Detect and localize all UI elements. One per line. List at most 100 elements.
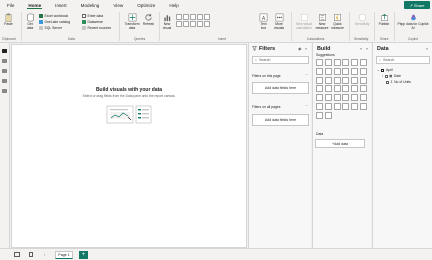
map-icon[interactable] — [359, 76, 367, 84]
card-icon[interactable] — [342, 85, 350, 93]
pie-chart-icon[interactable] — [333, 76, 341, 84]
decomposition-tree-icon[interactable] — [316, 102, 323, 110]
checkbox[interactable] — [384, 74, 388, 78]
viz-icon[interactable] — [204, 21, 210, 27]
r-visual-icon[interactable] — [342, 94, 350, 102]
filled-map-icon[interactable] — [316, 85, 323, 93]
menu-modeling[interactable]: Modeling — [74, 0, 107, 10]
menu-home[interactable]: Home — [21, 0, 48, 10]
text-box-button[interactable]: A Text box — [258, 13, 269, 31]
gauge-icon[interactable] — [333, 85, 341, 93]
excel-workbook-button[interactable]: Excel workbook — [39, 14, 68, 18]
scatter-icon[interactable] — [324, 76, 332, 84]
line-chart-icon[interactable] — [316, 67, 323, 75]
viz-icon[interactable] — [183, 21, 189, 27]
paginated-icon[interactable] — [342, 102, 350, 110]
stacked-bar-icon[interactable] — [316, 59, 323, 66]
data-search-input[interactable]: ⌕ Search — [376, 56, 430, 64]
line-column-icon[interactable] — [342, 67, 350, 75]
copilot-visual-icon[interactable] — [316, 111, 323, 119]
report-view-icon[interactable] — [2, 49, 7, 53]
stacked-column-icon[interactable] — [324, 59, 332, 66]
ribbon-chart-icon[interactable] — [351, 67, 359, 75]
filters-all-pages-drop-zone[interactable]: Add data fields here — [252, 114, 309, 126]
menu-view[interactable]: View — [106, 0, 130, 10]
power-automate-icon[interactable] — [359, 102, 367, 110]
report-canvas[interactable]: Build visuals with your data Select or d… — [11, 44, 247, 248]
new-visual-calculation-button[interactable]: New visual calculation — [294, 13, 314, 31]
clustered-column-icon[interactable] — [342, 59, 350, 66]
viz-icon[interactable] — [176, 14, 182, 20]
checkbox[interactable] — [386, 80, 389, 84]
enter-data-button[interactable]: Enter data — [82, 14, 103, 18]
azure-map-icon[interactable] — [324, 85, 332, 93]
viz-icon[interactable] — [197, 14, 203, 20]
narrative-icon[interactable] — [333, 102, 341, 110]
slicer-icon[interactable] — [316, 94, 323, 102]
filters-on-page-drop-zone[interactable]: Add data fields here — [252, 82, 309, 94]
dataverse-button[interactable]: Dataverse — [82, 20, 103, 24]
collapse-left-icon[interactable]: « — [360, 46, 362, 51]
get-data-button[interactable]: Get data — [24, 13, 36, 31]
menu-help[interactable]: Help — [162, 0, 185, 10]
filters-search-input[interactable]: ⌕ Search — [252, 56, 309, 64]
sensitivity-button[interactable]: Sensitivity — [352, 13, 372, 27]
clustered-bar-icon[interactable] — [333, 59, 341, 66]
table-icon[interactable] — [324, 94, 332, 102]
transform-data-button[interactable]: Transform data — [122, 13, 142, 31]
kpi-icon[interactable] — [359, 85, 367, 93]
viz-icon[interactable] — [183, 14, 189, 20]
100-bar-icon[interactable] — [351, 59, 359, 66]
eye-icon[interactable]: ◉ — [298, 46, 302, 51]
share-button[interactable]: ↗ Share — [404, 1, 430, 9]
power-apps-icon[interactable] — [351, 102, 359, 110]
mobile-view-icon[interactable] — [29, 252, 33, 257]
tmdl-view-icon[interactable] — [2, 89, 7, 93]
multi-row-card-icon[interactable] — [351, 85, 359, 93]
menu-optimize[interactable]: Optimize — [130, 0, 162, 10]
table-node-april[interactable]: ⌄ April — [377, 68, 393, 72]
matrix-icon[interactable] — [333, 94, 341, 102]
page-nav-left-icon[interactable]: ‹ — [44, 252, 45, 257]
area-chart-icon[interactable] — [324, 67, 332, 75]
more-visuals-icon[interactable] — [324, 111, 332, 119]
viz-icon[interactable] — [176, 21, 182, 27]
sql-server-button[interactable]: SQL Server — [39, 26, 62, 30]
model-view-icon[interactable] — [2, 69, 7, 73]
page-view-icon[interactable] — [14, 252, 20, 257]
donut-chart-icon[interactable] — [342, 76, 350, 84]
viz-icon[interactable] — [190, 14, 196, 20]
add-page-button[interactable]: + — [79, 251, 88, 259]
new-measure-button[interactable]: New measure — [316, 13, 328, 31]
field-no-of-units[interactable]: Σ No of Units — [386, 80, 411, 84]
menu-insert[interactable]: Insert — [48, 0, 74, 10]
add-data-button[interactable]: +Add data — [315, 139, 365, 148]
more-visuals-button[interactable]: More visuals — [271, 13, 287, 31]
menu-file[interactable]: File — [0, 0, 21, 10]
viz-icon[interactable] — [204, 14, 210, 20]
page-tab[interactable]: Page 1 — [55, 251, 73, 259]
refresh-button[interactable]: Refresh — [142, 13, 155, 27]
table-view-icon[interactable] — [2, 59, 7, 63]
copilot-button[interactable]: Pbpp data for Copilot AI — [396, 13, 430, 31]
stacked-area-icon[interactable] — [333, 67, 341, 75]
recent-sources-button[interactable]: Recent sources — [82, 26, 111, 30]
100-column-icon[interactable] — [359, 59, 367, 66]
waterfall-icon[interactable] — [359, 67, 367, 75]
collapse-right-icon[interactable]: » — [366, 46, 368, 51]
qa-icon[interactable] — [324, 102, 332, 110]
viz-icon[interactable] — [197, 21, 203, 27]
python-visual-icon[interactable] — [351, 94, 359, 102]
dax-query-view-icon[interactable] — [2, 79, 7, 83]
more-options-icon[interactable]: ··· — [305, 73, 309, 77]
key-influencers-icon[interactable] — [359, 94, 367, 102]
paste-button[interactable]: Paste — [3, 13, 14, 27]
quick-measure-button[interactable]: Quick measure — [330, 13, 345, 31]
visual-gallery[interactable] — [176, 14, 210, 27]
publish-button[interactable]: Publish — [377, 13, 391, 27]
viz-icon[interactable] — [190, 21, 196, 27]
collapse-icon[interactable]: » — [426, 46, 428, 51]
field-date[interactable]: › ▦ Date — [382, 74, 401, 78]
new-visual-button[interactable]: New visual — [161, 13, 173, 31]
collapse-icon[interactable]: » — [305, 46, 307, 51]
